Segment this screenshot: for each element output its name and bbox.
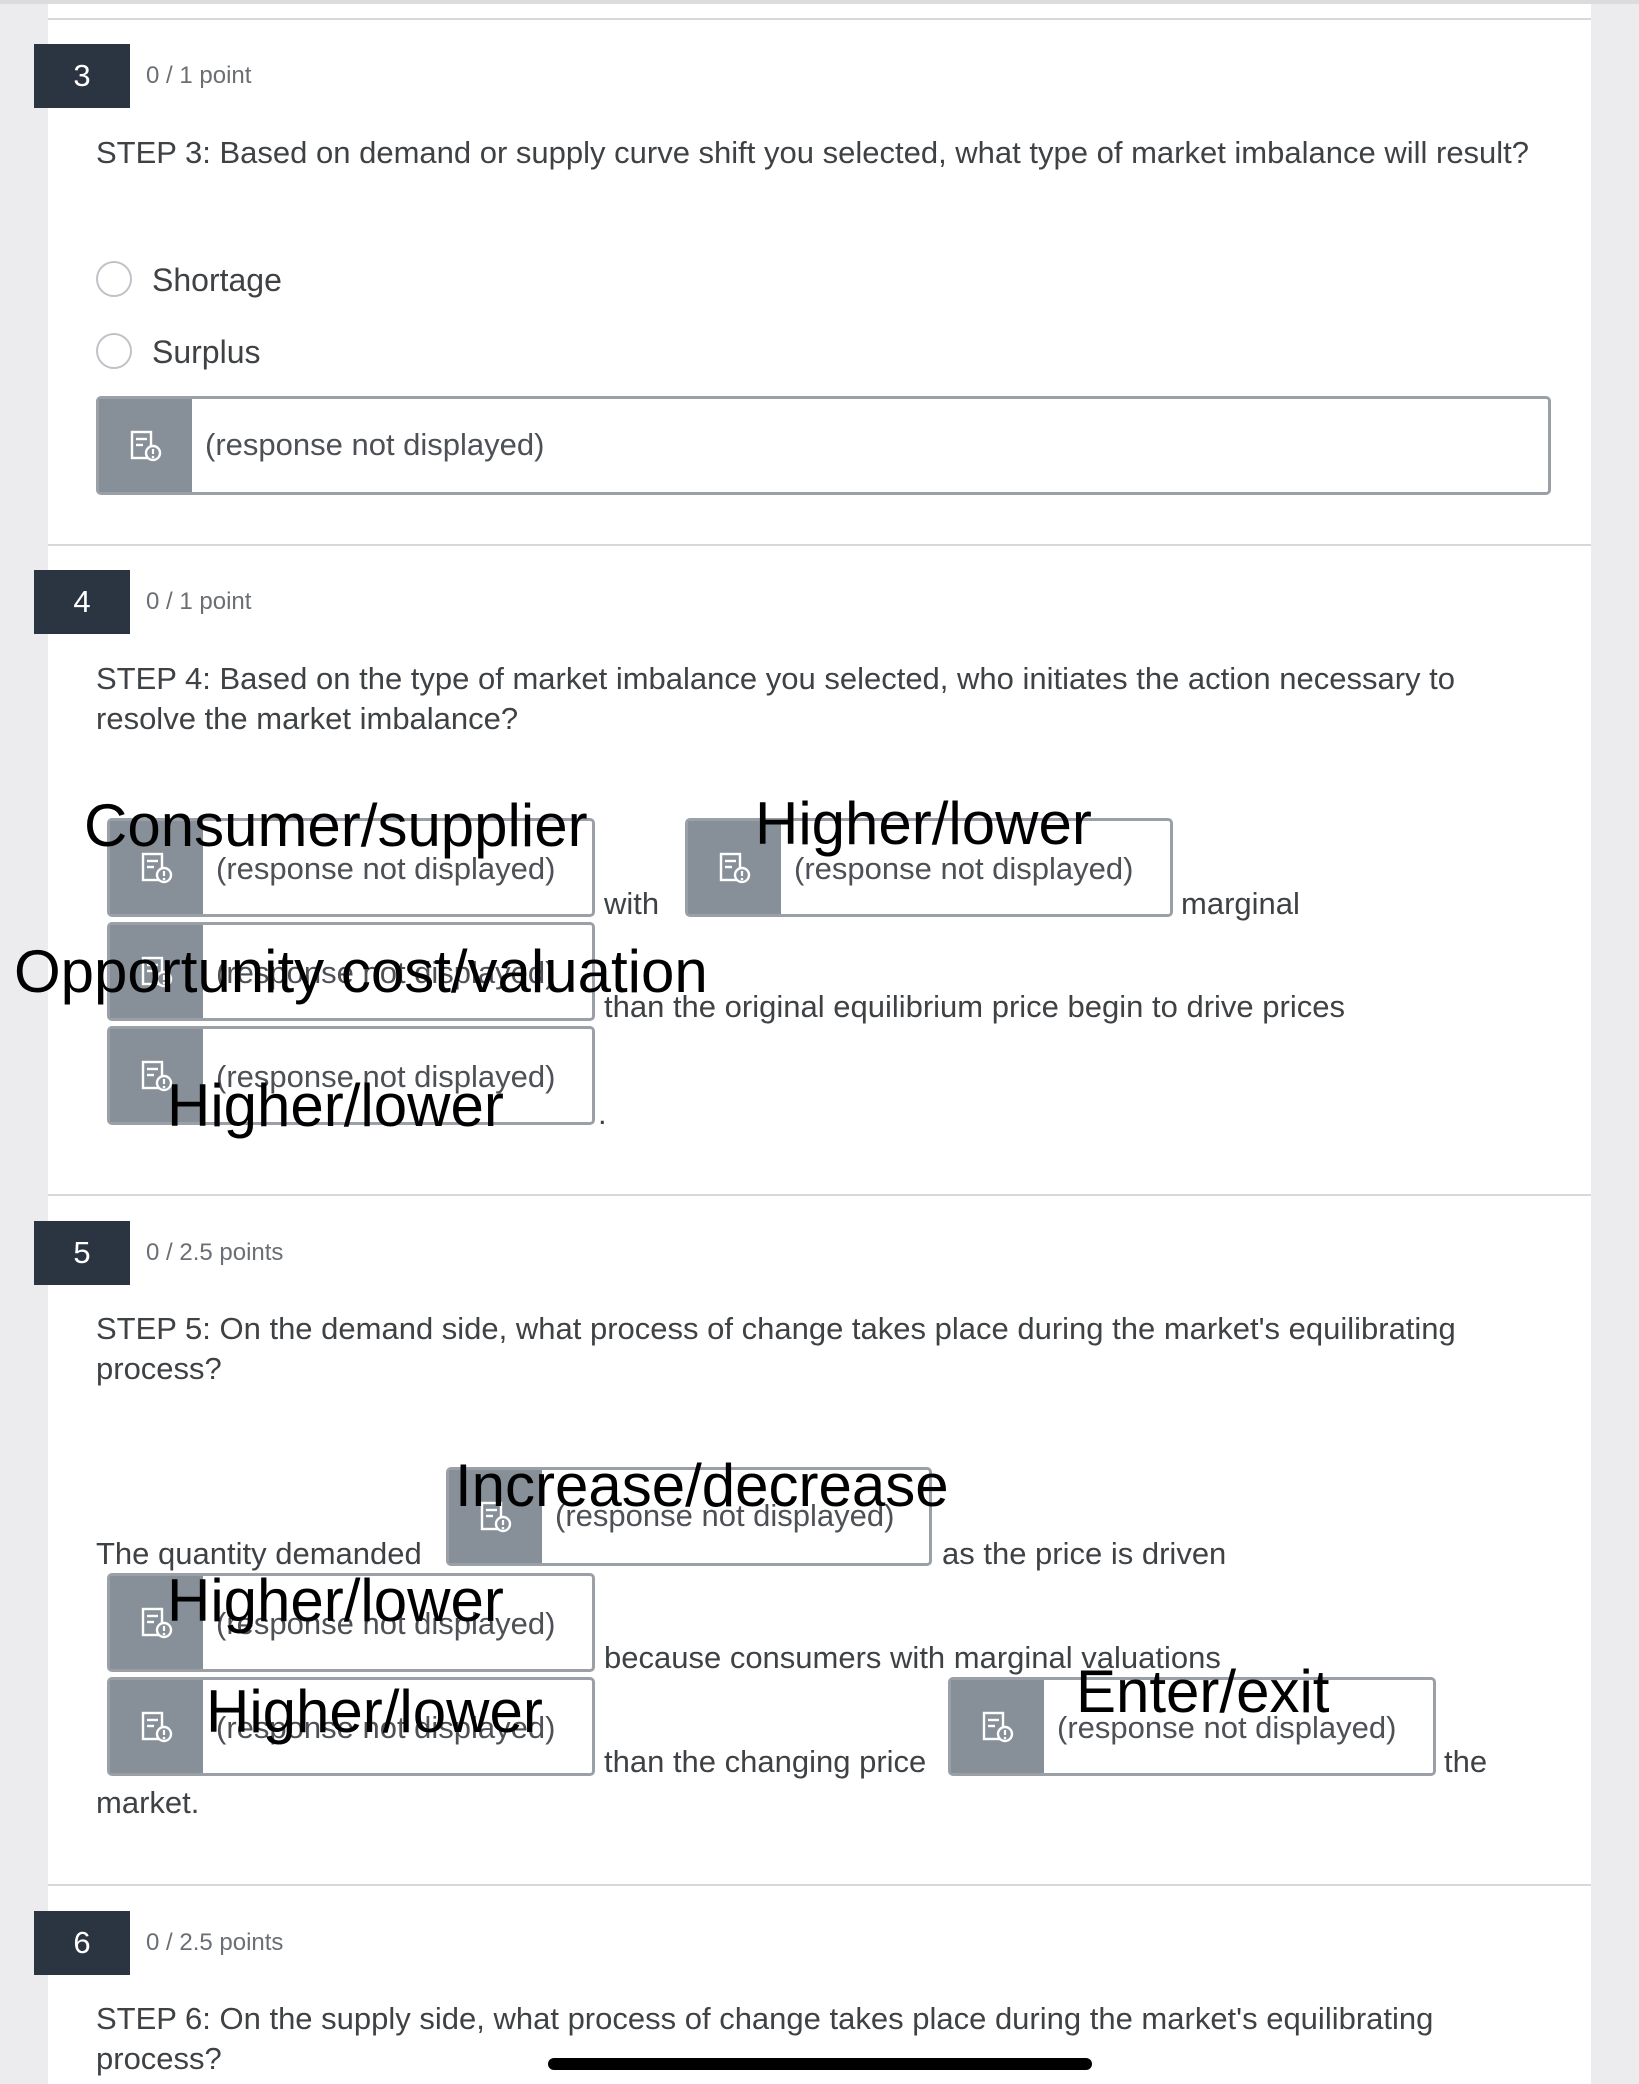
- blank-word-market: market.: [96, 1785, 200, 1820]
- blank-word-the: the: [1444, 1744, 1488, 1779]
- blank-period: .: [598, 1096, 607, 1131]
- question-separator: [48, 1884, 1591, 1886]
- blank-word-with: with: [604, 886, 660, 921]
- blank-phrase: than the original equilibrium price begi…: [604, 989, 1345, 1024]
- annotation-label: Opportunity cost/valuation: [14, 938, 708, 1005]
- annotation-label: Higher/lower: [167, 1072, 504, 1139]
- annotation-label: Higher/lower: [206, 1678, 543, 1745]
- question-points: 0 / 1 point: [146, 62, 252, 89]
- question-number: 4: [34, 570, 130, 634]
- blank-phrase: than the changing price: [604, 1744, 927, 1779]
- response-box: (response not displayed): [96, 396, 1551, 495]
- annotation-label: Enter/exit: [1076, 1658, 1330, 1725]
- blank-phrase: as the price is driven: [942, 1536, 1227, 1571]
- response-unavailable-icon: [130, 430, 161, 461]
- response-icon-box: [99, 399, 192, 492]
- option-label-shortage: Shortage: [152, 262, 282, 298]
- annotation-label: Increase/decrease: [455, 1452, 949, 1519]
- annotation-label: Consumer/supplier: [84, 792, 588, 859]
- option-label-surplus: Surplus: [152, 334, 261, 370]
- response-unavailable-icon: [141, 1711, 172, 1742]
- blank-word-marginal: marginal: [1181, 886, 1300, 921]
- response-icon-box: [951, 1680, 1044, 1773]
- annotation-label: Higher/lower: [167, 1567, 504, 1634]
- question-text: STEP 5: On the demand side, what process…: [96, 1311, 1456, 1386]
- question-text: STEP 3: Based on demand or supply curve …: [96, 135, 1530, 170]
- question-points: 0 / 2.5 points: [146, 1239, 284, 1266]
- radio-shortage[interactable]: [96, 261, 132, 297]
- response-unavailable-icon: [982, 1711, 1013, 1742]
- question-points: 0 / 2.5 points: [146, 1929, 284, 1956]
- question-number: 5: [34, 1221, 130, 1285]
- annotation-label: Higher/lower: [755, 790, 1092, 857]
- question-number: 3: [34, 44, 130, 108]
- question-separator: [48, 18, 1591, 20]
- response-text: (response not displayed): [205, 427, 545, 462]
- question-separator: [48, 544, 1591, 546]
- question-text: STEP 4: Based on the type of market imba…: [96, 661, 1456, 736]
- home-indicator[interactable]: [548, 2058, 1092, 2070]
- question-separator: [48, 1194, 1591, 1196]
- response-icon-box: [110, 1680, 203, 1773]
- question-number: 6: [34, 1911, 130, 1975]
- radio-surplus[interactable]: [96, 333, 132, 369]
- question-points: 0 / 1 point: [146, 588, 252, 615]
- response-unavailable-icon: [719, 852, 750, 883]
